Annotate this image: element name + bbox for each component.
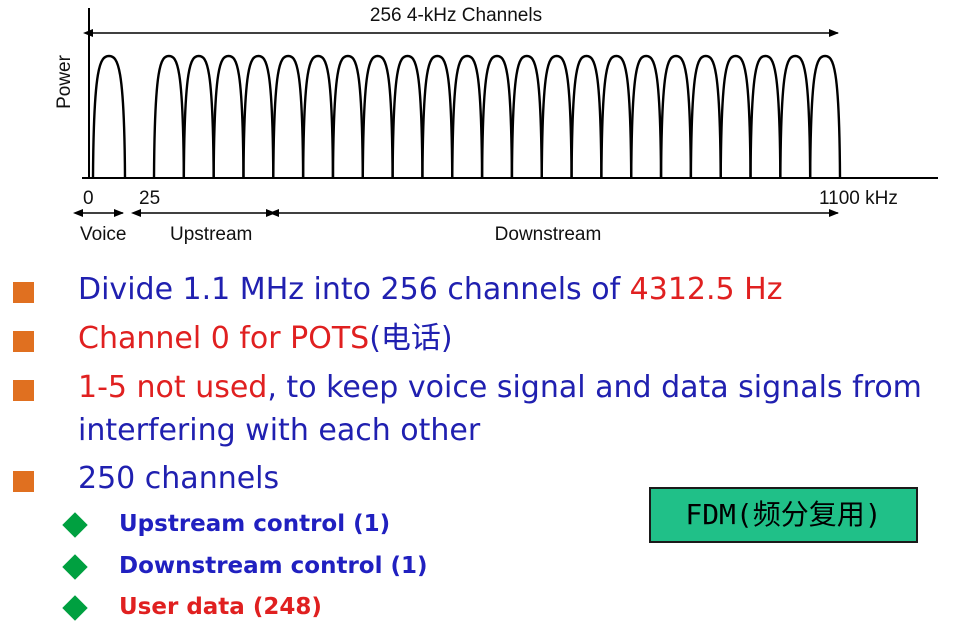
bullet-square-icon [13,471,34,492]
sub-bullet-text: Upstream control (1) [119,511,391,537]
fdm-label-box: FDM(频分复用) [649,487,918,543]
sub-bullet-text: User data (248) [119,594,322,620]
bullet-text: 1-5 not used, to keep voice signal and d… [78,370,922,405]
diamond-bullet-icon [62,554,88,580]
bullet-square-icon [13,282,34,303]
diamond-bullet-icon [62,595,88,621]
bullet-list: Divide 1.1 MHz into 256 channels of 4312… [0,0,972,640]
bullet-text: Divide 1.1 MHz into 256 channels of 4312… [78,272,783,307]
bullet-text: interfering with each other [78,413,481,448]
bullet-text: Channel 0 for POTS(电话) [78,321,453,356]
bullet-text: 250 channels [78,461,280,496]
bullet-square-icon [13,331,34,352]
sub-bullet-text: Downstream control (1) [119,553,428,579]
bullet-square-icon [13,380,34,401]
diamond-bullet-icon [62,512,88,538]
